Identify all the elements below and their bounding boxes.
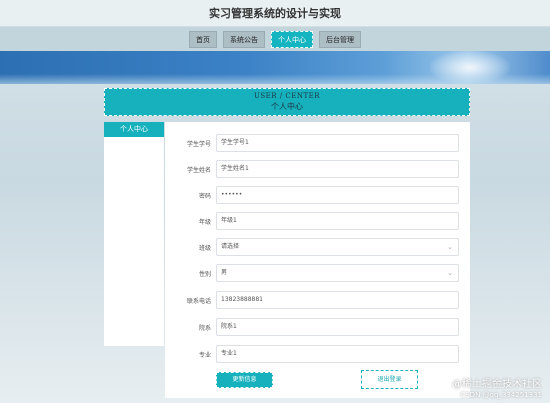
- phone-input[interactable]: 13823888881: [216, 291, 459, 309]
- form-row-major: 专业 专业1: [165, 345, 470, 363]
- watermark-text: @稀土掘金技术社区: [452, 379, 542, 390]
- gender-label: 性别: [198, 270, 211, 278]
- form-row-gender: 性别 男 ⌄: [165, 264, 470, 282]
- chevron-down-icon: ⌄: [447, 269, 453, 277]
- banner-image: [0, 51, 550, 84]
- sidebar: 个人中心: [104, 122, 164, 346]
- class-select[interactable]: 请选择 ⌄: [216, 238, 459, 256]
- phone-label: 联系电话: [186, 297, 211, 305]
- student-name-label: 学生姓名: [186, 166, 211, 174]
- watermark-sub: CSDN @qq_334251331: [460, 391, 542, 399]
- student-id-input[interactable]: 学生学号1: [216, 134, 459, 152]
- department-label: 院系: [198, 324, 211, 332]
- logout-button[interactable]: 退出登录: [361, 370, 418, 389]
- watermark: @稀土掘金技术社区 CSDN @qq_334251331: [452, 375, 542, 399]
- chevron-down-icon: ⌄: [447, 243, 453, 251]
- password-label: 密码: [198, 192, 211, 200]
- form-row-class: 班级 请选择 ⌄: [165, 238, 470, 256]
- form-row-student-name: 学生姓名 学生姓名1: [165, 160, 470, 178]
- student-name-input[interactable]: 学生姓名1: [216, 160, 459, 178]
- nav-item-announcements[interactable]: 系统公告: [223, 30, 265, 48]
- sidebar-item-profile[interactable]: 个人中心: [104, 122, 164, 137]
- user-center-title-cn: 个人中心: [271, 102, 303, 111]
- class-label: 班级: [198, 244, 211, 252]
- form-row-department: 院系 院系1: [165, 318, 470, 336]
- password-input[interactable]: ••••••: [216, 186, 459, 204]
- major-input[interactable]: 专业1: [216, 345, 459, 363]
- page-title: 实习管理系统的设计与实现: [209, 7, 341, 20]
- gender-select-value: 男: [221, 269, 228, 276]
- form-row-student-id: 学生学号 学生学号1: [165, 134, 470, 152]
- user-center-title-en: USER / CENTER: [253, 92, 321, 100]
- form-row-phone: 联系电话 13823888881: [165, 291, 470, 309]
- class-select-value: 请选择: [221, 243, 240, 250]
- grade-input[interactable]: 年级1: [216, 212, 459, 230]
- nav-item-profile[interactable]: 个人中心: [271, 30, 313, 48]
- top-nav: 首页 系统公告 个人中心 后台管理: [0, 27, 550, 51]
- nav-item-admin[interactable]: 后台管理: [319, 30, 361, 48]
- banner-wave: [0, 74, 550, 84]
- form-row-password: 密码 ••••••: [165, 186, 470, 204]
- grade-label: 年级: [198, 218, 211, 226]
- form-row-grade: 年级 年级1: [165, 212, 470, 230]
- gender-select[interactable]: 男 ⌄: [216, 264, 459, 282]
- profile-form: 学生学号 学生学号1 学生姓名 学生姓名1 密码 •••••• 年级 年级1 班…: [165, 122, 470, 398]
- update-info-button[interactable]: 更新信息: [216, 372, 273, 388]
- department-input[interactable]: 院系1: [216, 318, 459, 336]
- student-id-label: 学生学号: [186, 140, 211, 148]
- user-center-header: USER / CENTER 个人中心: [104, 88, 470, 116]
- title-bar: 实习管理系统的设计与实现: [0, 0, 550, 27]
- nav-item-home[interactable]: 首页: [189, 30, 217, 48]
- major-label: 专业: [198, 351, 211, 359]
